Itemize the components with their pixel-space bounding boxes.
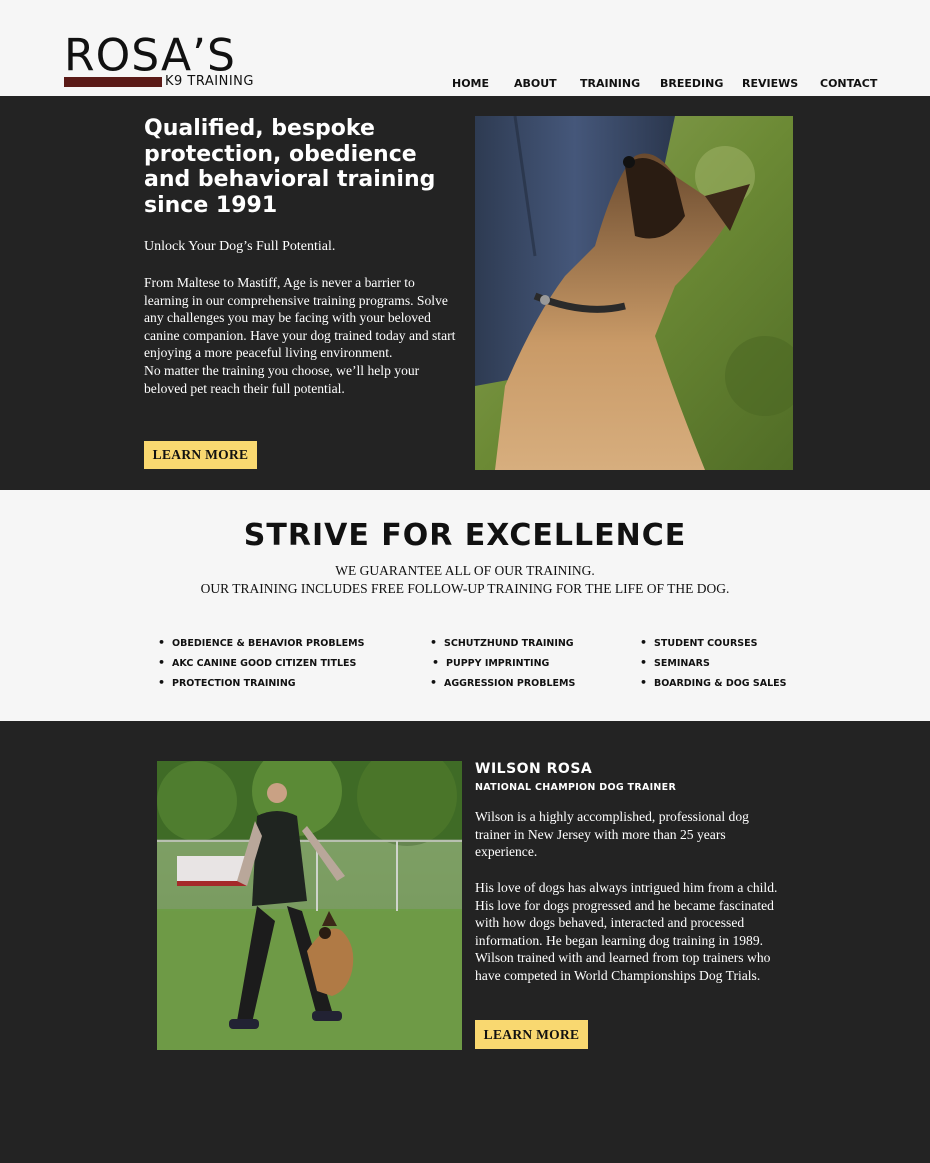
site-header: ROSA’S K9 TRAINING HOME ABOUT TRAINING B… — [0, 0, 930, 96]
trainer-section: WILSON ROSA NATIONAL CHAMPION DOG TRAINE… — [0, 721, 930, 1163]
service-item: BOARDING & DOG SALES — [640, 677, 786, 690]
service-item: PROTECTION TRAINING — [158, 677, 296, 690]
page-edge-strip — [0, 1075, 2, 1163]
hero-body-closing: No matter the training you choose, we’ll… — [144, 362, 420, 396]
hero-body: From Maltese to Mastiff, Age is never a … — [144, 274, 456, 397]
excellence-title: STRIVE FOR EXCELLENCE — [243, 518, 687, 553]
nav-home[interactable]: HOME — [452, 77, 489, 91]
service-item: OBEDIENCE & BEHAVIOR PROBLEMS — [158, 637, 364, 650]
follow-up-line: OUR TRAINING INCLUDES FREE FOLLOW-UP TRA… — [200, 581, 730, 596]
excellence-section: STRIVE FOR EXCELLENCE WE GUARANTEE ALL O… — [0, 490, 930, 721]
hero-section: Qualified, bespoke protection, obedience… — [0, 96, 930, 490]
service-item: STUDENT COURSES — [640, 637, 757, 650]
brand-name: ROSA’S — [64, 29, 236, 82]
hero-body-paragraph: From Maltese to Mastiff, Age is never a … — [144, 275, 456, 361]
service-item: PUPPY IMPRINTING — [432, 657, 549, 670]
trainer-with-dog-photo — [157, 761, 462, 1050]
trainer-name: WILSON ROSA — [475, 761, 593, 777]
service-item: AGGRESSION PROBLEMS — [430, 677, 575, 690]
hero-heading: Qualified, bespoke protection, obedience… — [144, 116, 436, 218]
service-item: SEMINARS — [640, 657, 710, 670]
german-shepherd-photo — [475, 116, 793, 470]
trainer-bio-history: His love of dogs has always intrigued hi… — [475, 880, 778, 983]
main-nav: HOME ABOUT TRAINING BREEDING REVIEWS CON… — [0, 77, 930, 93]
service-item: SCHUTZHUND TRAINING — [430, 637, 574, 650]
hero-learn-more-button[interactable]: LEARN MORE — [144, 441, 257, 469]
trainer-learn-more-button[interactable]: LEARN MORE — [475, 1020, 588, 1049]
nav-contact[interactable]: CONTACT — [820, 77, 877, 91]
trainer-bio-intro: Wilson is a highly accomplished, profess… — [475, 809, 749, 860]
nav-reviews[interactable]: REVIEWS — [742, 77, 798, 91]
trainer-title: NATIONAL CHAMPION DOG TRAINER — [475, 782, 677, 793]
nav-about[interactable]: ABOUT — [514, 77, 557, 91]
hero-tagline: Unlock Your Dog’s Full Potential. — [144, 239, 336, 254]
guarantee-line: WE GUARANTEE ALL OF OUR TRAINING. — [335, 563, 595, 578]
nav-breeding[interactable]: BREEDING — [660, 77, 723, 91]
nav-training[interactable]: TRAINING — [580, 77, 640, 91]
service-item: AKC CANINE GOOD CITIZEN TITLES — [158, 657, 356, 670]
